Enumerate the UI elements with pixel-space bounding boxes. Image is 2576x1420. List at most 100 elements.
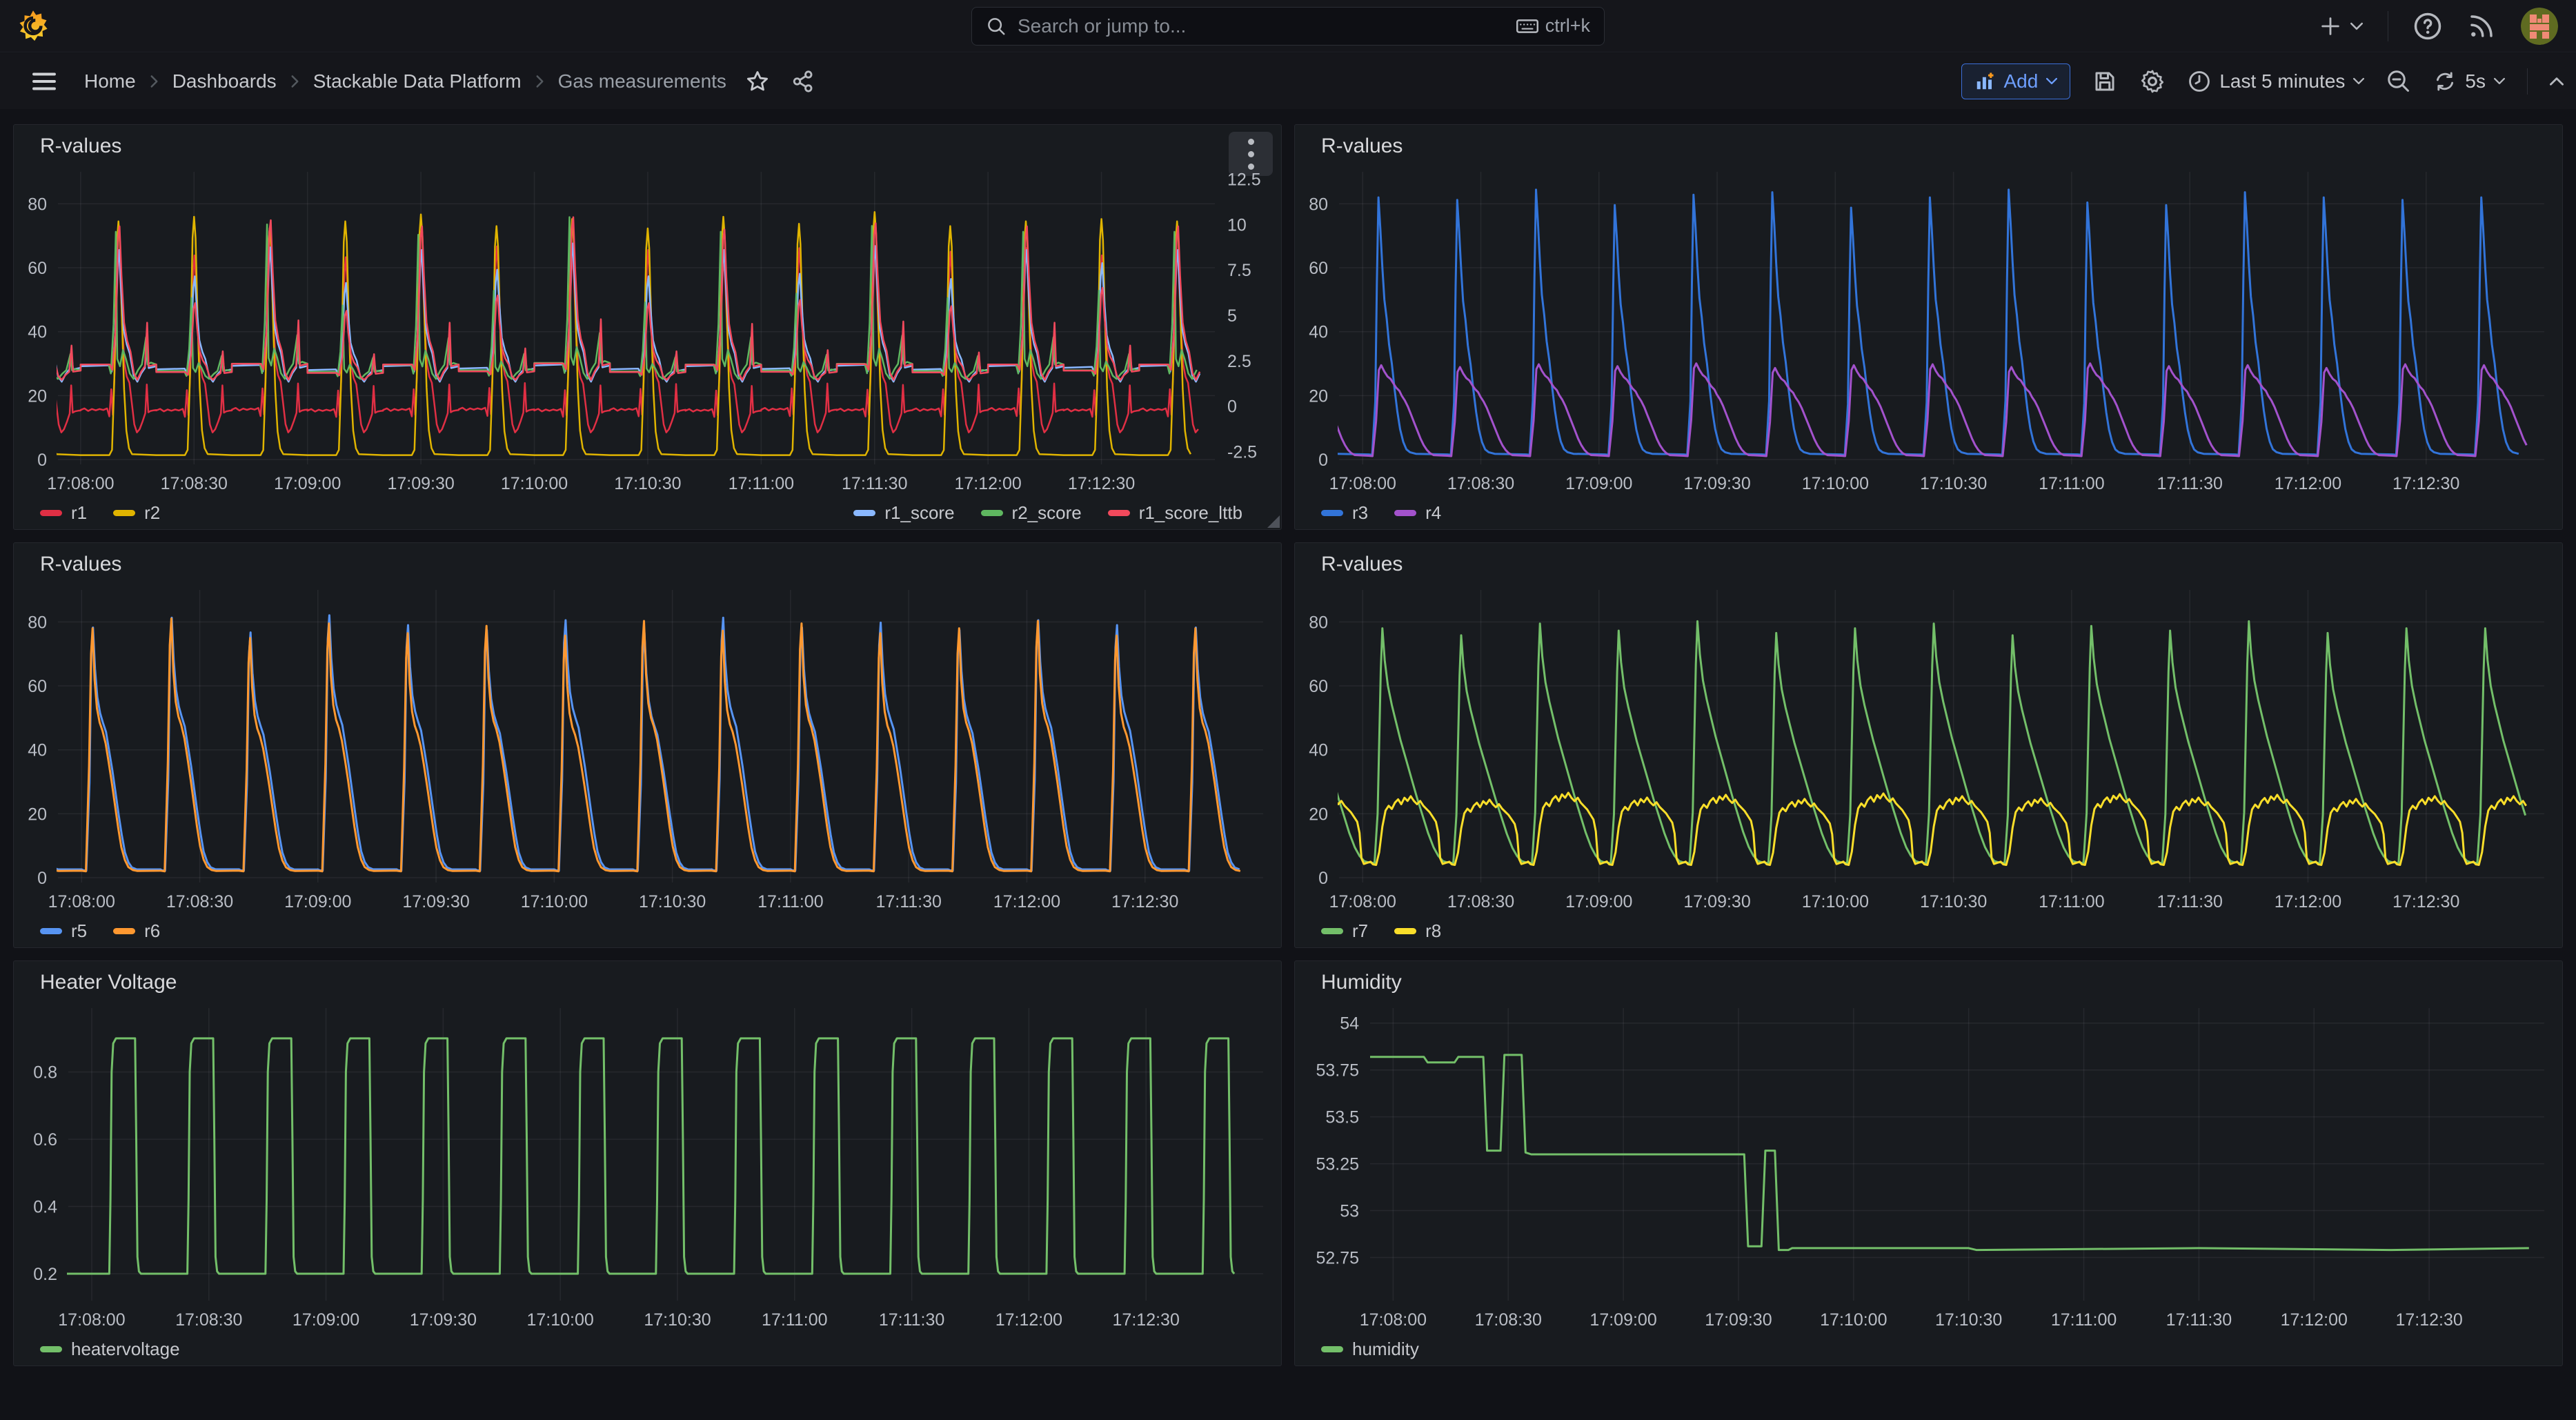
news-rss-icon[interactable] <box>2467 12 2496 41</box>
series-line-r7[interactable] <box>1333 621 2526 863</box>
refresh-picker[interactable]: 5s <box>2433 70 2505 93</box>
legend-item-r8[interactable]: r8 <box>1394 920 1441 942</box>
time-range-picker[interactable]: Last 5 minutes <box>2188 70 2364 93</box>
legend-label: r3 <box>1352 502 1368 524</box>
x-tick-label: 17:11:00 <box>762 1310 827 1330</box>
x-tick-label: 17:12:00 <box>993 892 1060 911</box>
chart-canvas-r-values[interactable]: 02040608017:08:0017:08:3017:09:0017:09:3… <box>14 579 1281 916</box>
legend-label: r8 <box>1425 920 1441 942</box>
axis-labels: 02040608017:08:0017:08:3017:09:0017:09:3… <box>1309 613 2459 911</box>
legend-item-heatervoltage[interactable]: heatervoltage <box>40 1339 180 1360</box>
add-button[interactable]: Add <box>1961 63 2070 99</box>
panel-legend: r7 r8 <box>1295 919 2562 947</box>
gridlines <box>58 590 1263 882</box>
panel-title[interactable]: R-values <box>40 135 121 157</box>
x-tick-label: 17:08:30 <box>166 892 233 911</box>
legend-item-r3[interactable]: r3 <box>1321 502 1368 524</box>
avatar[interactable] <box>2521 8 2558 45</box>
x-tick-label: 17:12:30 <box>2392 892 2459 911</box>
x-tick-label: 17:09:30 <box>387 474 454 493</box>
save-icon[interactable] <box>2092 69 2117 94</box>
legend-item-r7[interactable]: r7 <box>1321 920 1368 942</box>
refresh-icon <box>2433 70 2457 93</box>
breadcrumb: Home Dashboards Stackable Data Platform … <box>84 70 726 92</box>
resize-handle[interactable] <box>1267 515 1280 528</box>
y-right-tick-label: 12.5 <box>1227 170 1261 189</box>
series-line-r3[interactable] <box>1331 189 2519 454</box>
series-line-r1_score_lttb[interactable] <box>52 217 1200 379</box>
legend-swatch <box>981 510 1003 516</box>
settings-gear-icon[interactable] <box>2139 68 2166 95</box>
legend-label: r5 <box>71 920 87 942</box>
legend-item-r6[interactable]: r6 <box>113 920 160 942</box>
help-icon[interactable] <box>2413 12 2442 41</box>
chart-canvas-humidity[interactable]: 52.755353.2553.553.755417:08:0017:08:301… <box>1295 997 2562 1334</box>
new-button[interactable] <box>2319 14 2363 38</box>
x-tick-label: 17:10:30 <box>1935 1310 2002 1330</box>
collapse-up-icon[interactable] <box>2550 77 2564 86</box>
x-tick-label: 17:10:00 <box>1802 892 1869 911</box>
series-line-r6[interactable] <box>54 618 1240 871</box>
panel-title[interactable]: R-values <box>40 553 121 575</box>
x-tick-label: 17:12:00 <box>995 1310 1062 1330</box>
series-line-r5[interactable] <box>53 615 1240 870</box>
series-line-r1[interactable] <box>51 246 1198 433</box>
x-tick-label: 17:11:30 <box>2157 474 2222 493</box>
panel-r-values-2: R-values02040608017:08:0017:08:3017:09:0… <box>13 542 1282 948</box>
legend-item-r4[interactable]: r4 <box>1394 502 1441 524</box>
search-input[interactable]: Search or jump to... ctrl+k <box>971 7 1605 46</box>
y-tick-label: 0 <box>1318 869 1328 888</box>
breadcrumb-folder[interactable]: Stackable Data Platform <box>313 70 522 92</box>
x-tick-label: 17:10:00 <box>1802 474 1869 493</box>
breadcrumb-home[interactable]: Home <box>84 70 136 92</box>
x-tick-label: 17:09:00 <box>293 1310 359 1330</box>
refresh-interval-label: 5s <box>2465 70 2486 92</box>
legend-item-r2_score[interactable]: r2_score <box>981 502 1082 524</box>
series-line-heatervoltage[interactable] <box>61 1038 1234 1273</box>
gridlines <box>1339 172 2544 464</box>
x-tick-label: 17:10:00 <box>527 1310 594 1330</box>
zoom-out-icon[interactable] <box>2386 69 2411 94</box>
series-line-humidity[interactable] <box>1370 1054 2529 1250</box>
panel-legend: r5 r6 <box>14 919 1281 947</box>
chart-canvas-r-values[interactable]: 02040608017:08:0017:08:3017:09:0017:09:3… <box>1295 161 2562 497</box>
y-tick-label: 0 <box>37 869 47 888</box>
y-tick-label: 53.5 <box>1325 1107 1359 1127</box>
y-tick-label: 0 <box>1318 451 1328 470</box>
grafana-logo[interactable] <box>15 8 51 44</box>
legend-label: heatervoltage <box>71 1339 180 1360</box>
panel-title[interactable]: R-values <box>1321 553 1403 575</box>
panel-title[interactable]: R-values <box>1321 135 1403 157</box>
x-tick-label: 17:11:30 <box>2157 892 2222 911</box>
x-tick-label: 17:09:00 <box>284 892 351 911</box>
y-tick-label: 20 <box>28 386 47 406</box>
top-bar: Search or jump to... ctrl+k <box>0 0 2576 52</box>
axis-labels: 02040608017:08:0017:08:3017:09:0017:09:3… <box>1309 195 2459 493</box>
legend-item-r5[interactable]: r5 <box>40 920 87 942</box>
panel-title[interactable]: Humidity <box>1321 971 1402 994</box>
legend-item-r1[interactable]: r1 <box>40 502 87 524</box>
menu-icon[interactable] <box>32 70 57 92</box>
x-tick-label: 17:09:30 <box>402 892 469 911</box>
panel-r-values-1: R-values 02040608017:08:0017:08:3017:09:0… <box>1294 124 2563 530</box>
breadcrumb-dashboards[interactable]: Dashboards <box>172 70 277 92</box>
chart-canvas-r-values[interactable]: 02040608017:08:0017:08:3017:09:0017:09:3… <box>1295 579 2562 916</box>
x-tick-label: 17:12:00 <box>2275 474 2341 493</box>
panel-r-values-3: R-values 02040608017:08:0017:08:3017:09:0… <box>1294 542 2563 948</box>
chart-canvas-r-values[interactable]: 020406080-2.502.557.51012.517:08:0017:08… <box>14 161 1281 497</box>
legend-item-r2[interactable]: r2 <box>113 502 160 524</box>
chart-canvas-heater-voltage[interactable]: 0.20.40.60.817:08:0017:08:3017:09:0017:0… <box>14 997 1281 1334</box>
series-line-r4[interactable] <box>1332 363 2526 455</box>
legend-item-r1_score_lttb[interactable]: r1_score_lttb <box>1108 502 1242 524</box>
x-tick-label: 17:09:00 <box>274 474 341 493</box>
legend-item-humidity[interactable]: humidity <box>1321 1339 1419 1360</box>
star-icon[interactable] <box>746 70 769 93</box>
share-icon[interactable] <box>791 70 815 93</box>
chevron-right-icon <box>535 75 544 88</box>
x-tick-label: 17:11:30 <box>2166 1310 2232 1330</box>
y-tick-label: 53.25 <box>1316 1154 1359 1174</box>
legend-item-r1_score[interactable]: r1_score <box>853 502 954 524</box>
x-tick-label: 17:09:30 <box>1683 474 1750 493</box>
panel-title[interactable]: Heater Voltage <box>40 971 177 994</box>
x-tick-label: 17:10:00 <box>501 474 568 493</box>
